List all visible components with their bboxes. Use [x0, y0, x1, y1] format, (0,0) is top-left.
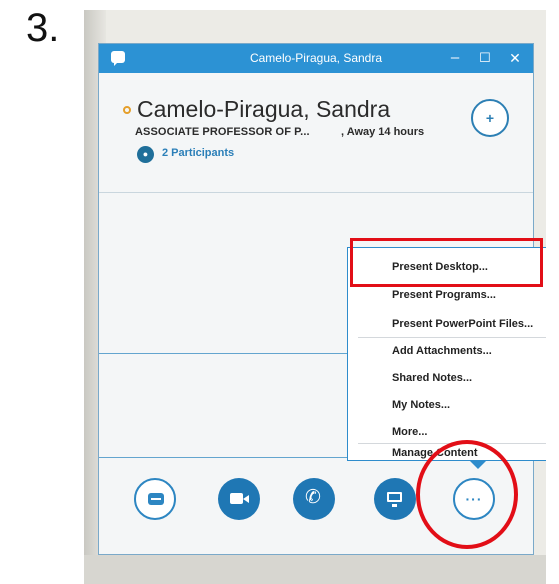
menu-item-shared-notes[interactable]: Shared Notes...	[392, 372, 472, 384]
video-camera-icon	[230, 493, 249, 504]
photo-shadow-bottom	[84, 555, 546, 584]
menu-item-present-programs[interactable]: Present Programs...	[392, 289, 496, 301]
highlight-box	[350, 238, 543, 287]
window-title: Camelo-Piragua, Sandra	[249, 51, 383, 65]
contact-title: ASSOCIATE PROFESSOR OF P...	[135, 126, 310, 138]
menu-item-my-notes[interactable]: My Notes...	[392, 399, 450, 411]
header-divider	[99, 192, 533, 193]
menu-item-present-powerpoint[interactable]: Present PowerPoint Files...	[392, 318, 533, 330]
video-button[interactable]	[218, 478, 260, 520]
close-button[interactable]: ✕	[504, 48, 526, 68]
menu-item-add-attachments[interactable]: Add Attachments...	[392, 345, 492, 357]
participants-link[interactable]: 2 Participants	[162, 147, 234, 159]
title-bar: Camelo-Piragua, Sandra – ☐ ✕	[99, 44, 533, 73]
monitor-icon	[387, 492, 402, 507]
participants-icon: ●	[137, 146, 154, 163]
contact-status: , Away 14 hours	[341, 126, 425, 138]
phone-icon: ✆	[305, 487, 321, 508]
add-person-icon: +	[485, 110, 495, 126]
maximize-button[interactable]: ☐	[474, 48, 496, 68]
screenshot-photo: Camelo-Piragua, Sandra – ☐ ✕ Camelo-Pira…	[84, 10, 546, 584]
chat-icon	[148, 493, 164, 505]
minimize-button[interactable]: –	[444, 48, 466, 68]
present-button[interactable]	[374, 478, 416, 520]
menu-separator	[358, 337, 546, 338]
presence-away-icon	[123, 106, 131, 114]
call-button[interactable]: ✆	[293, 478, 335, 520]
add-people-button[interactable]: +	[471, 99, 509, 137]
highlight-circle	[416, 440, 518, 549]
im-button[interactable]	[134, 478, 176, 520]
menu-item-more[interactable]: More...	[392, 426, 427, 438]
step-number: 3.	[26, 6, 60, 50]
contact-name[interactable]: Camelo-Piragua, Sandra	[137, 96, 390, 123]
